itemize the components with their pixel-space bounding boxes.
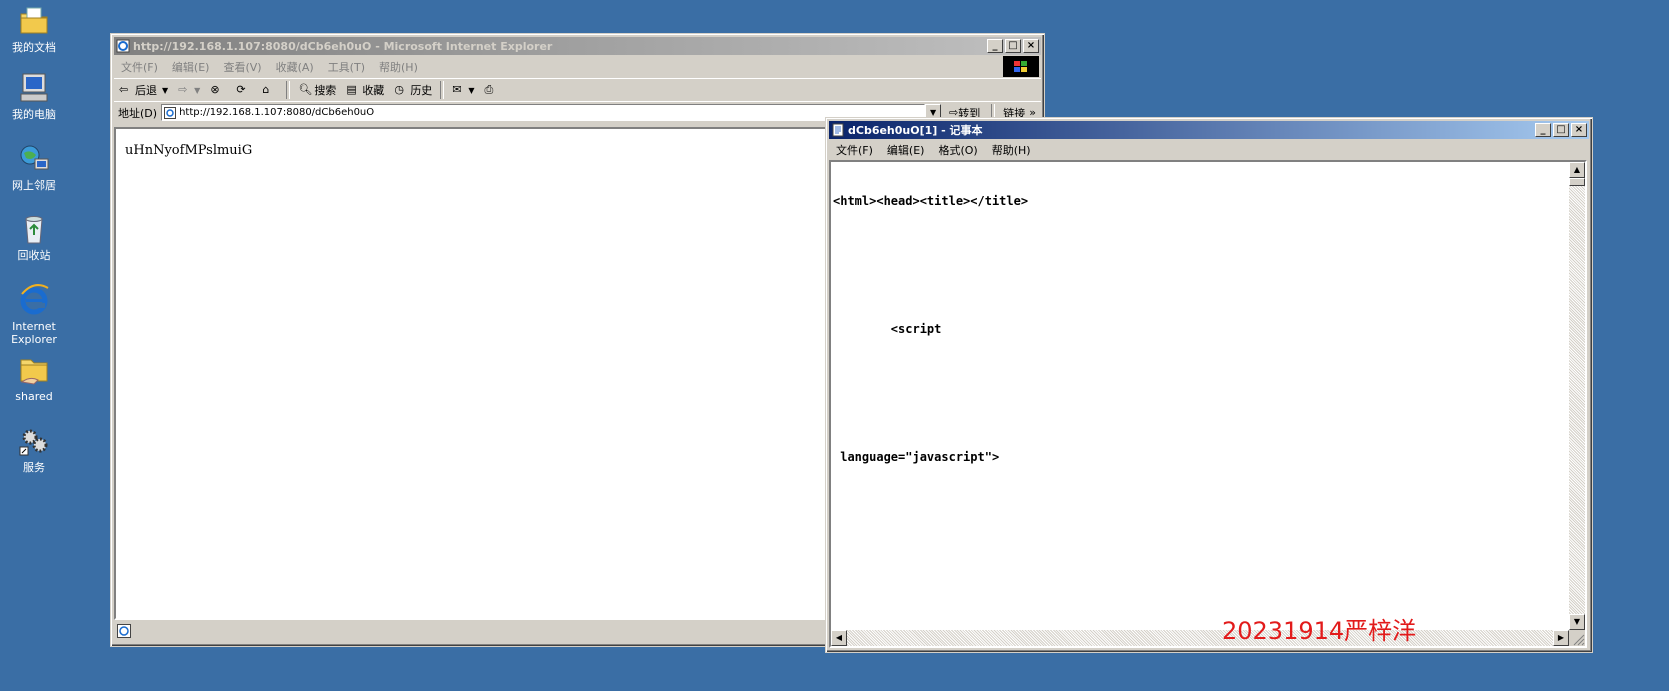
address-input[interactable]: http://192.168.1.107:8080/dCb6eh0uO (161, 104, 926, 121)
history-label: 历史 (410, 84, 433, 97)
scroll-up-button[interactable]: ▲ (1569, 162, 1585, 178)
desktop-icon-label: 网上邻居 (12, 179, 56, 192)
menu-view[interactable]: 查看(V) (216, 59, 268, 75)
favorites-button[interactable]: ▤ 收藏 (341, 80, 389, 100)
desktop-icon-my-computer[interactable]: 我的电脑 (0, 72, 70, 121)
history-icon: ◷ (394, 83, 404, 96)
back-label: 后退 (135, 84, 157, 97)
page-icon (164, 106, 177, 119)
favorites-folder-icon: ▤ (346, 83, 357, 96)
favorites-label: 收藏 (362, 84, 385, 97)
desktop-icon-recycle-bin[interactable]: 回收站 (0, 213, 70, 262)
address-url: http://192.168.1.107:8080/dCb6eh0uO (179, 107, 375, 118)
notepad-window[interactable]: dCb6eh0uO[1] - 记事本 _ □ × 文件(F) 编辑(E) 格式(… (825, 117, 1593, 653)
minimize-button[interactable]: _ (987, 39, 1003, 53)
mail-button[interactable]: ✉ ▼ (447, 80, 479, 100)
maximize-button[interactable]: □ (1553, 123, 1569, 137)
menu-favorites[interactable]: 收藏(A) (269, 59, 321, 75)
services-icon (18, 425, 50, 457)
menu-tools[interactable]: 工具(T) (321, 59, 372, 75)
menu-help[interactable]: 帮助(H) (985, 142, 1038, 158)
menu-file[interactable]: 文件(F) (114, 59, 165, 75)
my-computer-icon (18, 72, 50, 104)
back-arrow-icon: ⇦ (119, 83, 129, 96)
print-button[interactable]: ⎙ (479, 80, 505, 100)
ie-titlebar[interactable]: http://192.168.1.107:8080/dCb6eh0uO - Mi… (114, 37, 1041, 55)
my-documents-icon (18, 5, 50, 37)
dropdown-icon: ▼ (162, 85, 169, 95)
notepad-window-title: dCb6eh0uO[1] - 记事本 (848, 124, 983, 137)
forward-button[interactable]: ⇨ ▼ (173, 80, 205, 100)
ie-window-title: http://192.168.1.107:8080/dCb6eh0uO - Mi… (133, 39, 553, 53)
shared-folder-icon (18, 354, 50, 386)
ie-toolbar: ⇦ 后退 ▼ ⇨ ▼ ⊗ ⟳ ⌂ 🔍︎ 搜索 ▤ 收藏 ◷ 历史 ✉ ▼ ⎙ (114, 78, 1041, 102)
stop-button[interactable]: ⊗ (205, 80, 231, 100)
windows-flag-icon (1014, 60, 1027, 72)
menu-format[interactable]: 格式(O) (931, 142, 984, 158)
menu-help[interactable]: 帮助(H) (372, 59, 425, 75)
scroll-left-button[interactable]: ◀ (831, 630, 847, 646)
mail-icon: ✉ (452, 83, 462, 96)
ie-page-icon (116, 39, 130, 53)
desktop-icon-label: 回收站 (17, 249, 51, 262)
refresh-button[interactable]: ⟳ (231, 80, 257, 100)
desktop-icon-label: 我的文档 (12, 41, 56, 54)
toolbar-separator (286, 81, 291, 99)
back-button[interactable]: ⇦ 后退 ▼ (114, 80, 173, 100)
history-button[interactable]: ◷ 历史 (389, 80, 437, 100)
desktop-icon-label: shared (15, 390, 53, 403)
desktop-icon-label: 我的电脑 (12, 108, 56, 121)
author-watermark: 20231914严梓洋 (1222, 617, 1417, 645)
menu-edit[interactable]: 编辑(E) (165, 59, 217, 75)
stop-icon: ⊗ (210, 83, 220, 96)
network-places-icon (18, 143, 50, 175)
desktop-icon-label: Internet Explorer (11, 320, 57, 346)
dropdown-icon: ▼ (468, 85, 475, 95)
desktop-icon-my-documents[interactable]: 我的文档 (0, 5, 70, 54)
status-page-icon (117, 624, 131, 638)
page-body-text: uHnNyofMPslmuiG (125, 143, 253, 158)
size-grip[interactable] (1569, 630, 1585, 646)
search-button[interactable]: 🔍︎ 搜索 (293, 80, 341, 100)
ie-menubar: 文件(F) 编辑(E) 查看(V) 收藏(A) 工具(T) 帮助(H) (114, 56, 1041, 78)
desktop-icon-label: 服务 (23, 461, 45, 474)
resize-grip-icon (1573, 634, 1585, 646)
scroll-right-button[interactable]: ▶ (1553, 630, 1569, 646)
desktop-icon-shared[interactable]: shared (0, 354, 70, 403)
windows-logo (1003, 56, 1039, 77)
desktop-icon-network-places[interactable]: 网上邻居 (0, 143, 70, 192)
desktop-icon-services[interactable]: 服务 (0, 425, 70, 474)
text-line: language="javascript"> (833, 450, 1000, 464)
internet-explorer-icon (18, 284, 50, 316)
vertical-scrollbar[interactable]: ▲ ▼ (1569, 162, 1585, 630)
recycle-bin-icon (18, 213, 50, 245)
scroll-thumb[interactable] (1569, 178, 1585, 186)
notepad-menubar: 文件(F) 编辑(E) 格式(O) 帮助(H) (829, 140, 1589, 159)
close-button[interactable]: × (1023, 39, 1039, 53)
notepad-text-area[interactable]: <html><head><title></title> <script lang… (829, 160, 1587, 648)
print-icon: ⎙ (484, 83, 494, 96)
notepad-titlebar[interactable]: dCb6eh0uO[1] - 记事本 _ □ × (829, 121, 1589, 139)
scroll-down-button[interactable]: ▼ (1569, 614, 1585, 630)
dropdown-icon: ▼ (194, 85, 201, 95)
close-button[interactable]: × (1571, 123, 1587, 137)
home-button[interactable]: ⌂ (257, 80, 283, 100)
address-label: 地址(D) (118, 106, 158, 120)
minimize-button[interactable]: _ (1535, 123, 1551, 137)
menu-edit[interactable]: 编辑(E) (880, 142, 932, 158)
toolbar-separator (440, 81, 445, 99)
refresh-icon: ⟳ (236, 83, 246, 96)
maximize-button[interactable]: □ (1005, 39, 1021, 53)
search-label: 搜索 (314, 84, 337, 97)
search-icon: 🔍︎ (298, 83, 313, 96)
horizontal-scrollbar[interactable]: ◀ ▶ (831, 630, 1569, 646)
notepad-icon (832, 123, 844, 137)
text-line: <script (833, 322, 942, 336)
forward-arrow-icon: ⇨ (178, 83, 188, 96)
desktop-icon-internet-explorer[interactable]: Internet Explorer (0, 284, 70, 346)
menu-file[interactable]: 文件(F) (829, 142, 880, 158)
text-line: <html><head><title></title> (833, 194, 1029, 208)
home-icon: ⌂ (262, 83, 270, 96)
